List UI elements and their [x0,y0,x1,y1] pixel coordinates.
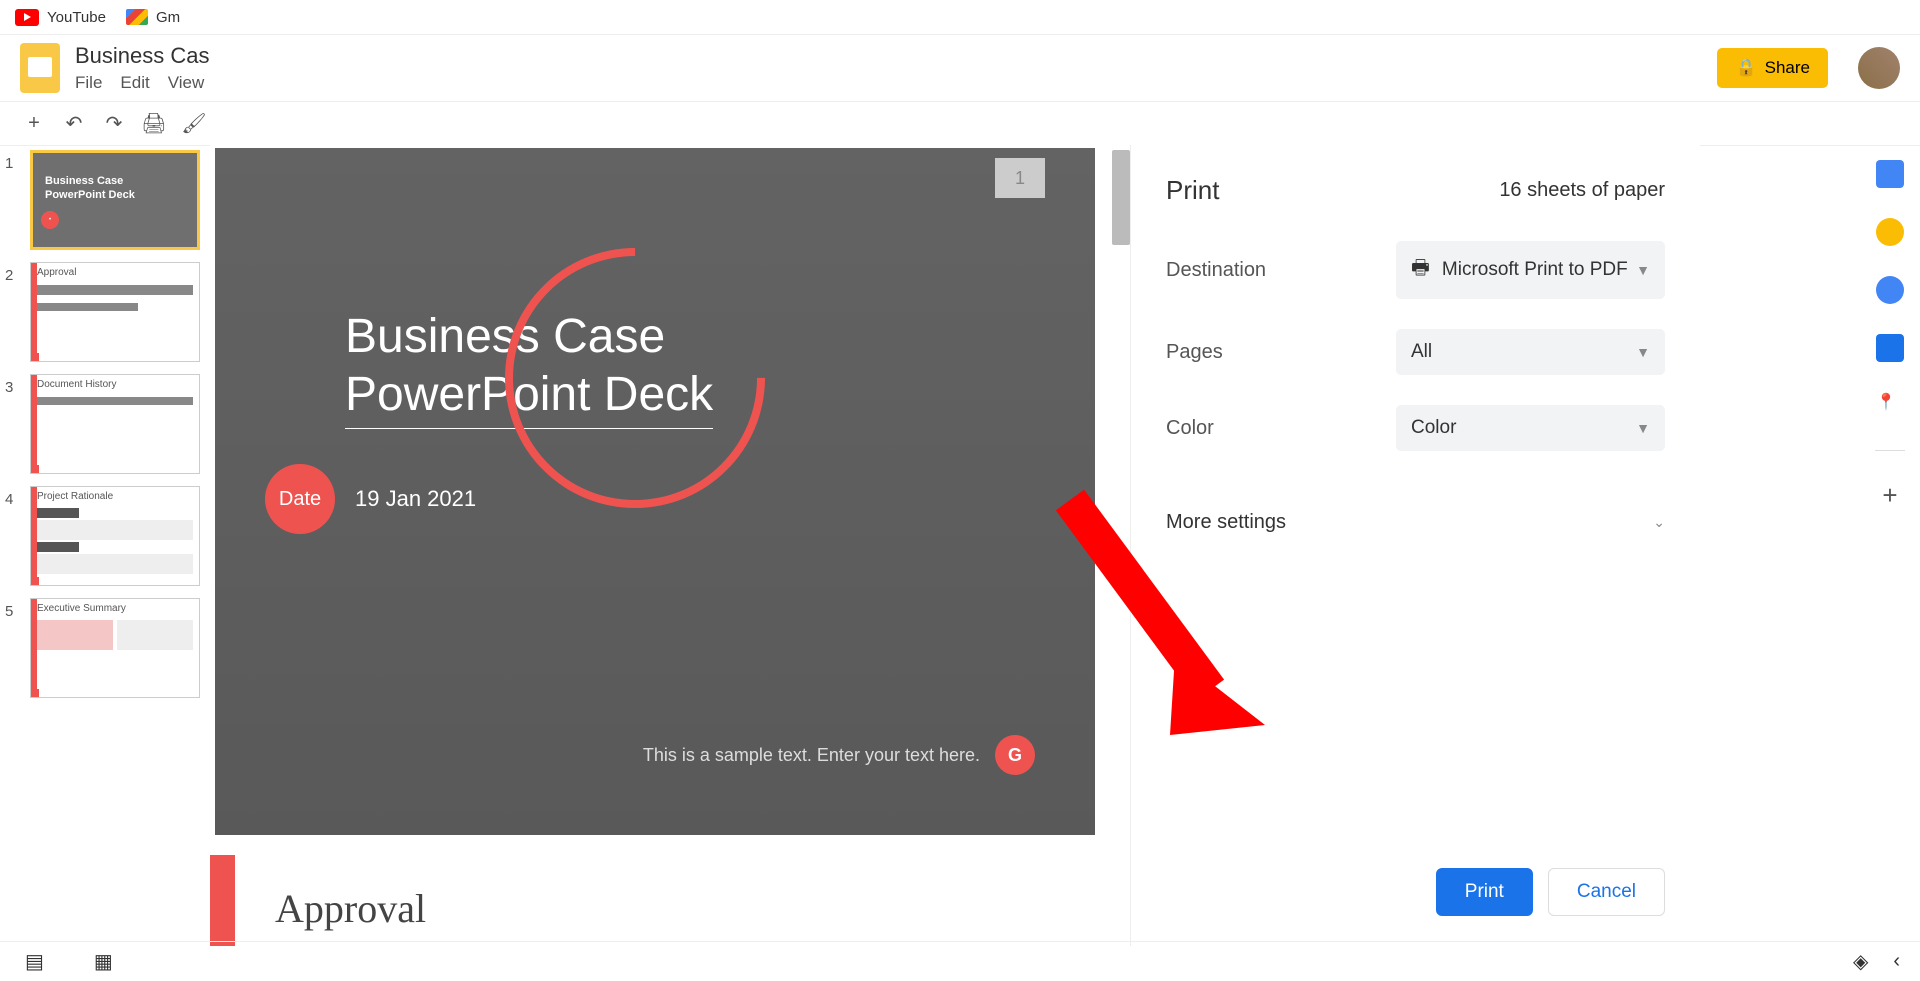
setting-pages: Pages All ▼ [1166,329,1665,375]
pages-select[interactable]: All ▼ [1396,329,1665,375]
slide-thumb-3[interactable]: 3 Document History [5,374,205,474]
paint-format-button[interactable]: 🖌 [180,110,208,138]
main-content: 1 Business Case PowerPoint Deck • 2 Appr… [0,145,1920,981]
print-button[interactable]: 🖨 [140,110,168,138]
add-icon[interactable]: + [1876,481,1904,509]
slide-thumb-5[interactable]: 5 Executive Summary [5,598,205,698]
redo-button[interactable]: ↷ [100,110,128,138]
more-settings-toggle[interactable]: More settings ⌄ [1166,496,1665,549]
setting-color: Color Color ▼ [1166,405,1665,451]
chevron-left-icon[interactable]: ‹ [1893,950,1900,973]
date-badge: Date [265,464,335,534]
bookmarks-bar: YouTube Gm [0,0,1920,35]
tasks-icon[interactable] [1876,276,1904,304]
doc-info: Business Cas File Edit View [75,43,1702,93]
destination-select[interactable]: 🖶Microsoft Print to PDF ▼ [1396,241,1665,299]
menu-edit[interactable]: Edit [120,73,149,93]
preview-page-1: 1 Business Case PowerPoint Deck Date 19 … [215,148,1095,835]
bookmark-label: YouTube [47,9,106,26]
share-button[interactable]: 🔒 Share [1717,48,1828,88]
slide-footer: This is a sample text. Enter your text h… [643,735,1035,775]
sheets-count: 16 sheets of paper [1499,179,1665,202]
share-icon: 🔒 [1735,58,1756,78]
maps-icon[interactable]: 📍 [1876,392,1904,420]
chevron-down-icon: ▼ [1636,420,1650,436]
print-dialog-title: Print [1166,175,1219,206]
undo-button[interactable]: ↶ [60,110,88,138]
printer-icon: 🖶 [1411,253,1430,287]
menu-view[interactable]: View [168,73,205,93]
cancel-button[interactable]: Cancel [1548,868,1665,916]
bottom-bar: ▤ ▦ ◈ ‹ [0,941,1920,981]
color-select[interactable]: Color ▼ [1396,405,1665,451]
share-label: Share [1765,58,1810,78]
print-preview[interactable]: 1 Business Case PowerPoint Deck Date 19 … [210,145,1130,946]
preview-page-2: Approval Author Date: Signature: Sample … [215,855,1095,946]
menu-bar: File Edit View [75,73,1702,93]
gmail-icon [126,9,148,25]
g-badge: G [995,735,1035,775]
chevron-down-icon: ▼ [1636,344,1650,360]
print-button[interactable]: Print [1436,868,1533,916]
chevron-down-icon: ▼ [1636,262,1650,278]
toolbar: + ↶ ↷ 🖨 🖌 [0,101,1920,146]
youtube-icon [15,9,39,26]
scrollbar[interactable] [1112,150,1130,245]
slides-logo-icon[interactable] [20,43,60,93]
grid-view-icon[interactable]: ▦ [94,949,113,974]
menu-file[interactable]: File [75,73,102,93]
app-header: Business Cas File Edit View 🔒 Share [0,35,1920,101]
explore-icon[interactable]: ◈ [1853,949,1868,974]
contacts-icon[interactable] [1876,334,1904,362]
calendar-icon[interactable] [1876,160,1904,188]
print-actions: Print Cancel [1166,848,1665,916]
right-sidebar: 📍 + [1860,145,1920,509]
filmstrip-view-icon[interactable]: ▤ [25,949,44,974]
bookmark-label: Gm [156,9,180,26]
bookmark-youtube[interactable]: YouTube [15,9,106,26]
print-settings-panel: Print 16 sheets of paper Destination 🖶Mi… [1130,145,1700,946]
slide-thumb-1[interactable]: 1 Business Case PowerPoint Deck • [5,150,205,250]
user-avatar[interactable] [1858,47,1900,89]
slide-panel[interactable]: 1 Business Case PowerPoint Deck • 2 Appr… [0,145,210,981]
slide-thumb-4[interactable]: 4 Project Rationale [5,486,205,586]
bookmark-gmail[interactable]: Gm [126,9,180,26]
document-title[interactable]: Business Cas [75,43,1702,69]
chevron-down-icon: ⌄ [1653,514,1665,531]
approval-title: Approval [275,885,1065,932]
page-number-badge: 1 [995,158,1045,198]
date-value: 19 Jan 2021 [355,486,476,512]
print-dialog: 1 Business Case PowerPoint Deck Date 19 … [210,145,1700,946]
keep-icon[interactable] [1876,218,1904,246]
setting-destination: Destination 🖶Microsoft Print to PDF ▼ [1166,241,1665,299]
new-slide-button[interactable]: + [20,110,48,138]
slide-thumb-2[interactable]: 2 Approval [5,262,205,362]
